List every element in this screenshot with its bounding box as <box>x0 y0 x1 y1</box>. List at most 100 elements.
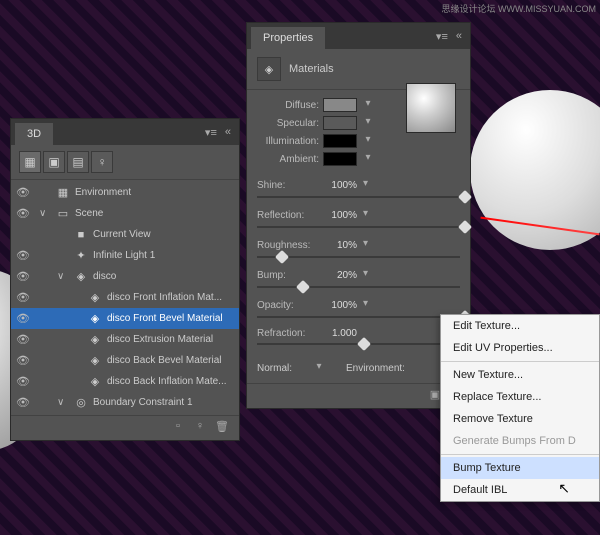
expand-toggle-icon[interactable]: ∨ <box>57 271 69 282</box>
folder-icon[interactable]: ▾ <box>312 361 326 375</box>
slider-thumb[interactable] <box>458 220 472 234</box>
render-icon[interactable]: ▫ <box>169 420 187 436</box>
slider-thumb[interactable] <box>356 337 370 351</box>
slider-row: Shine: 100% ▾ <box>257 178 460 192</box>
panel-3d-footer: ▫ ♀ 🗑 <box>11 415 239 440</box>
slider-track[interactable] <box>257 196 460 198</box>
color-label: Illumination: <box>257 136 319 147</box>
visibility-eye-icon[interactable]: 👁 <box>15 186 31 199</box>
panel-menu-icon[interactable]: ▾≡ <box>201 126 221 139</box>
materials-icon[interactable]: ◈ <box>257 57 281 81</box>
visibility-eye-icon[interactable]: 👁 <box>15 291 31 304</box>
context-menu-item[interactable]: Edit UV Properties... <box>441 337 599 359</box>
delete-icon[interactable]: 🗑 <box>213 420 231 436</box>
texture-picker-icon[interactable]: ▾ <box>363 178 377 192</box>
visibility-eye-icon[interactable]: 👁 <box>15 249 31 262</box>
slider-value[interactable]: 1.000 <box>319 328 357 339</box>
expand-toggle-icon[interactable]: ∨ <box>39 208 51 219</box>
tree-row[interactable]: 👁◈disco Front Bevel Material <box>11 308 239 329</box>
visibility-eye-icon[interactable]: 👁 <box>15 270 31 283</box>
tree-item-label: disco <box>93 271 235 282</box>
color-swatch[interactable] <box>323 116 357 130</box>
visibility-eye-icon[interactable]: 👁 <box>15 396 31 409</box>
color-swatch[interactable] <box>323 152 357 166</box>
slider-row: Roughness:10%▾ <box>257 238 460 252</box>
slider-value[interactable]: 10% <box>319 240 357 251</box>
tree-row[interactable]: 👁◈disco Extrusion Material <box>11 329 239 350</box>
tree-row[interactable]: 👁▦Environment <box>11 182 239 203</box>
context-menu-item[interactable]: New Texture... <box>441 364 599 386</box>
slider-label: Bump: <box>257 270 313 281</box>
color-row: Ambient:▾ <box>257 152 460 166</box>
context-menu: Edit Texture...Edit UV Properties... New … <box>440 314 600 502</box>
slider-value[interactable]: 100% <box>319 210 357 221</box>
context-menu-item: Generate Bumps From D <box>441 430 599 452</box>
panel-collapse-icon[interactable]: « <box>221 126 235 138</box>
tree-row[interactable]: 👁◈disco Back Bevel Material <box>11 350 239 371</box>
color-swatch[interactable] <box>323 98 357 112</box>
tree-row[interactable]: 👁∨▭Scene <box>11 203 239 224</box>
properties-body: Diffuse:▾Specular:▾Illumination:▾Ambient… <box>247 90 470 353</box>
tree-row[interactable]: 👁∨◈disco <box>11 266 239 287</box>
texture-picker-icon[interactable]: ▾ <box>361 116 375 130</box>
panel-3d-tabbar: 3D ▾≡ « <box>11 119 239 145</box>
filter-material-icon[interactable]: ▤ <box>67 151 89 173</box>
tree-row[interactable]: 👁✦Infinite Light 1 <box>11 245 239 266</box>
texture-picker-icon[interactable]: ▾ <box>361 152 375 166</box>
texture-picker-icon[interactable]: ▾ <box>363 298 377 312</box>
tab-properties[interactable]: Properties <box>251 27 325 49</box>
slider-value[interactable]: 100% <box>319 180 357 191</box>
tree-item-icon: ▦ <box>55 186 71 199</box>
visibility-eye-icon[interactable]: 👁 <box>15 354 31 367</box>
context-menu-item[interactable]: Edit Texture... <box>441 315 599 337</box>
texture-picker-icon[interactable]: ▾ <box>361 98 375 112</box>
new-light-icon[interactable]: ♀ <box>191 420 209 436</box>
slider-label: Shine: <box>257 180 313 191</box>
visibility-eye-icon[interactable]: 👁 <box>15 312 31 325</box>
context-menu-item[interactable]: Replace Texture... <box>441 386 599 408</box>
slider-track[interactable] <box>257 286 460 288</box>
texture-picker-icon[interactable]: ▾ <box>361 134 375 148</box>
context-menu-item[interactable]: Default IBL <box>441 479 599 501</box>
tree-item-icon: ◈ <box>87 312 103 325</box>
filter-all-icon[interactable]: ▦ <box>19 151 41 173</box>
panel-3d: 3D ▾≡ « ▦ ▣ ▤ ♀ 👁▦Environment👁∨▭Scene■Cu… <box>10 118 240 441</box>
tree-item-label: disco Front Inflation Mat... <box>107 292 235 303</box>
slider-value[interactable]: 20% <box>319 270 357 281</box>
slider-thumb[interactable] <box>275 250 289 264</box>
context-menu-item[interactable]: Bump Texture <box>441 457 599 479</box>
color-label: Diffuse: <box>257 100 319 111</box>
slider-thumb[interactable] <box>458 190 472 204</box>
visibility-eye-icon[interactable]: 👁 <box>15 333 31 346</box>
visibility-eye-icon[interactable]: 👁 <box>15 207 31 220</box>
slider-thumb[interactable] <box>296 280 310 294</box>
slider-row: Refraction:1.000 <box>257 328 460 339</box>
tab-3d[interactable]: 3D <box>15 123 53 145</box>
tree-row[interactable]: 👁◈disco Front Inflation Mat... <box>11 287 239 308</box>
tree-row[interactable]: ■Current View <box>11 224 239 245</box>
tree-item-label: Infinite Light 1 <box>93 250 235 261</box>
texture-picker-icon[interactable]: ▾ <box>363 208 377 222</box>
panel-menu-icon[interactable]: ▾≡ <box>432 30 452 43</box>
context-menu-item[interactable]: Remove Texture <box>441 408 599 430</box>
slider-value[interactable]: 100% <box>319 300 357 311</box>
visibility-eye-icon[interactable]: 👁 <box>15 375 31 388</box>
tree-row[interactable]: 👁∨◎Boundary Constraint 1 <box>11 392 239 413</box>
color-swatch[interactable] <box>323 134 357 148</box>
expand-toggle-icon[interactable]: ∨ <box>57 397 69 408</box>
tree-item-label: disco Back Inflation Mate... <box>107 376 235 387</box>
slider-track[interactable] <box>257 256 460 258</box>
slider-label: Opacity: <box>257 300 313 311</box>
texture-picker-icon[interactable]: ▾ <box>363 238 377 252</box>
panel-collapse-icon[interactable]: « <box>452 30 466 42</box>
filter-light-icon[interactable]: ♀ <box>91 151 113 173</box>
filter-mesh-icon[interactable]: ▣ <box>43 151 65 173</box>
tree-item-icon: ◈ <box>87 354 103 367</box>
slider-track[interactable] <box>257 226 460 228</box>
tree-row[interactable]: 👁◈disco Back Inflation Mate... <box>11 371 239 392</box>
texture-picker-icon[interactable]: ▾ <box>363 268 377 282</box>
slider-track[interactable] <box>257 316 460 318</box>
material-preview-thumb[interactable] <box>406 83 456 133</box>
slider-track[interactable] <box>257 343 460 345</box>
color-row: Illumination: ▾ <box>257 134 460 148</box>
